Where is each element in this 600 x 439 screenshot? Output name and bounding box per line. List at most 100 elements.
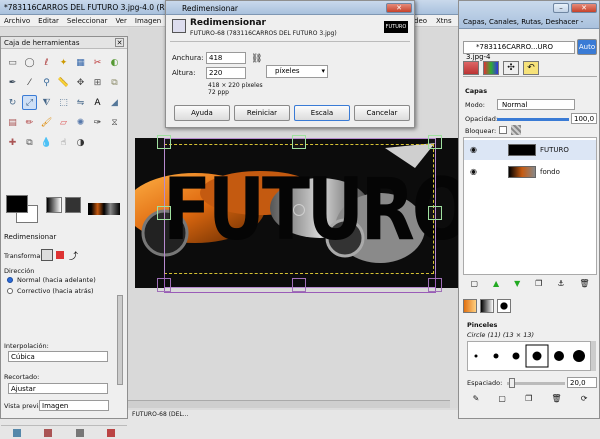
- flip-icon[interactable]: ⇋: [73, 95, 88, 110]
- refresh-brushes-icon[interactable]: ⟳: [581, 394, 588, 406]
- handle-mid-right[interactable]: [428, 206, 442, 220]
- smudge-icon[interactable]: ☝: [56, 135, 71, 150]
- paths-tab-icon[interactable]: ✣: [503, 61, 519, 75]
- opacity-input[interactable]: 100,0: [571, 113, 597, 124]
- foreground-select-icon[interactable]: ◐: [107, 55, 122, 70]
- spacing-slider-handle[interactable]: [509, 378, 515, 388]
- perspective-clone-icon[interactable]: ⧉: [22, 135, 37, 150]
- cancel-button[interactable]: Cancelar: [354, 105, 410, 121]
- lock-alpha-icon[interactable]: [511, 125, 521, 135]
- eye-icon[interactable]: ◉: [470, 145, 477, 154]
- gradients-tab-icon[interactable]: [497, 299, 511, 313]
- restore-options-icon[interactable]: [44, 428, 53, 437]
- auto-button[interactable]: Auto: [577, 39, 597, 55]
- menu-imagen[interactable]: Imagen: [131, 15, 165, 26]
- opacity-slider[interactable]: [497, 118, 569, 121]
- heal-icon[interactable]: ✚: [5, 135, 20, 150]
- pencil-icon[interactable]: ✏: [22, 115, 37, 130]
- blur-icon[interactable]: 💧: [39, 135, 54, 150]
- menu-seleccionar[interactable]: Seleccionar: [63, 15, 112, 26]
- menu-archivo[interactable]: Archivo: [0, 15, 34, 26]
- brush-scrollbar[interactable]: [591, 341, 596, 371]
- delete-brush-icon[interactable]: 🗑: [551, 394, 561, 406]
- image-thumbnail[interactable]: [88, 203, 120, 215]
- unit-select[interactable]: píxeles ▾: [266, 65, 328, 78]
- paintbrush-icon[interactable]: 🖌: [39, 115, 54, 130]
- brush-grid[interactable]: [467, 341, 591, 371]
- rotate-icon[interactable]: ↻: [5, 95, 20, 110]
- layers-minimize-button[interactable]: –: [553, 3, 569, 13]
- direction-normal-radio[interactable]: [7, 277, 13, 283]
- fuzzy-select-icon[interactable]: ✦: [56, 55, 71, 70]
- anchor-layer-icon[interactable]: ⚓: [557, 279, 564, 291]
- handle-bottom-right[interactable]: [428, 278, 442, 292]
- transform-layer-icon[interactable]: [41, 249, 53, 261]
- undo-tab-icon[interactable]: ↶: [523, 61, 539, 75]
- direction-corrective-radio[interactable]: [7, 288, 13, 294]
- eraser-icon[interactable]: ▱: [56, 115, 71, 130]
- zoom-icon[interactable]: ⚲: [39, 75, 54, 90]
- duplicate-layer-icon[interactable]: ❐: [535, 279, 542, 291]
- chain-link-icon[interactable]: ⛓: [251, 53, 262, 65]
- foreground-color-swatch[interactable]: [6, 195, 28, 213]
- handle-top-left[interactable]: [157, 135, 171, 149]
- preview-select[interactable]: Imagen: [39, 400, 109, 411]
- menu-editar[interactable]: Editar: [34, 15, 63, 26]
- new-layer-icon[interactable]: ▢: [470, 279, 478, 291]
- delete-layer-icon[interactable]: 🗑: [579, 279, 589, 291]
- mode-select[interactable]: Normal: [497, 99, 575, 110]
- spacing-slider[interactable]: [507, 382, 565, 385]
- lasso-icon[interactable]: ℓ: [39, 55, 54, 70]
- clone-icon[interactable]: ⧖: [107, 115, 122, 130]
- interpolation-select[interactable]: Cúbica: [8, 351, 108, 362]
- menu-ver[interactable]: Ver: [111, 15, 130, 26]
- color-select-icon[interactable]: ▦: [73, 55, 88, 70]
- horizontal-scrollbar[interactable]: [128, 400, 450, 408]
- handle-bottom-mid[interactable]: [292, 278, 306, 292]
- clipping-select[interactable]: Ajustar: [8, 383, 108, 394]
- handle-top-right[interactable]: [428, 135, 442, 149]
- lock-pixels-checkbox[interactable]: [499, 126, 507, 134]
- align-icon[interactable]: ⊞: [90, 75, 105, 90]
- reset-button[interactable]: Reiniciar: [234, 105, 290, 121]
- scale-dialog-close-button[interactable]: ✕: [386, 3, 412, 13]
- ink-icon[interactable]: ✑: [90, 115, 105, 130]
- lower-layer-icon[interactable]: ▼: [514, 279, 520, 291]
- new-brush-icon[interactable]: ▢: [498, 394, 506, 406]
- layers-tab-icon[interactable]: [463, 61, 479, 75]
- layers-titlebar[interactable]: Capas, Canales, Rutas, Deshacer - – ✕: [459, 1, 599, 29]
- center-crosshair-icon[interactable]: [293, 204, 305, 216]
- blend-icon[interactable]: ▤: [5, 115, 20, 130]
- toolbox-close-icon[interactable]: ✕: [115, 38, 124, 47]
- scale-icon[interactable]: ⤢: [22, 95, 37, 110]
- layer-row[interactable]: ◉ FUTURO: [464, 140, 596, 160]
- channels-tab-icon[interactable]: [483, 61, 499, 75]
- handle-top-mid[interactable]: [292, 135, 306, 149]
- reset-options-icon[interactable]: [107, 428, 116, 437]
- eye-icon[interactable]: ◉: [470, 167, 477, 176]
- measure-icon[interactable]: 📏: [56, 75, 71, 90]
- ellipse-select-icon[interactable]: ◯: [22, 55, 37, 70]
- layer-row[interactable]: ◉ fondo: [464, 162, 596, 182]
- handle-mid-left[interactable]: [157, 206, 171, 220]
- transform-path-icon[interactable]: ⤴: [69, 249, 78, 262]
- color-picker-icon[interactable]: ⁄: [22, 75, 37, 90]
- width-input[interactable]: 418: [206, 52, 246, 64]
- transform-selection-icon[interactable]: [56, 251, 64, 259]
- scale-button[interactable]: Escala: [294, 105, 350, 121]
- tool-options-scrollbar[interactable]: [117, 295, 123, 385]
- dodge-icon[interactable]: ◑: [73, 135, 88, 150]
- delete-options-icon[interactable]: [75, 428, 84, 437]
- height-input[interactable]: 220: [206, 67, 246, 79]
- save-options-icon[interactable]: [12, 428, 21, 437]
- airbrush-icon[interactable]: ✺: [73, 115, 88, 130]
- duplicate-brush-icon[interactable]: ❐: [525, 394, 532, 406]
- scale-dialog-titlebar[interactable]: Redimensionar ✕: [166, 1, 414, 15]
- shear-icon[interactable]: ⧨: [39, 95, 54, 110]
- brushes-tab-icon[interactable]: [463, 299, 477, 313]
- raise-layer-icon[interactable]: ▲: [493, 279, 499, 291]
- perspective-icon[interactable]: ⬚: [56, 95, 71, 110]
- edit-brush-icon[interactable]: ✎: [473, 394, 480, 406]
- crop-icon[interactable]: ⧉: [107, 75, 122, 90]
- handle-bottom-left[interactable]: [157, 278, 171, 292]
